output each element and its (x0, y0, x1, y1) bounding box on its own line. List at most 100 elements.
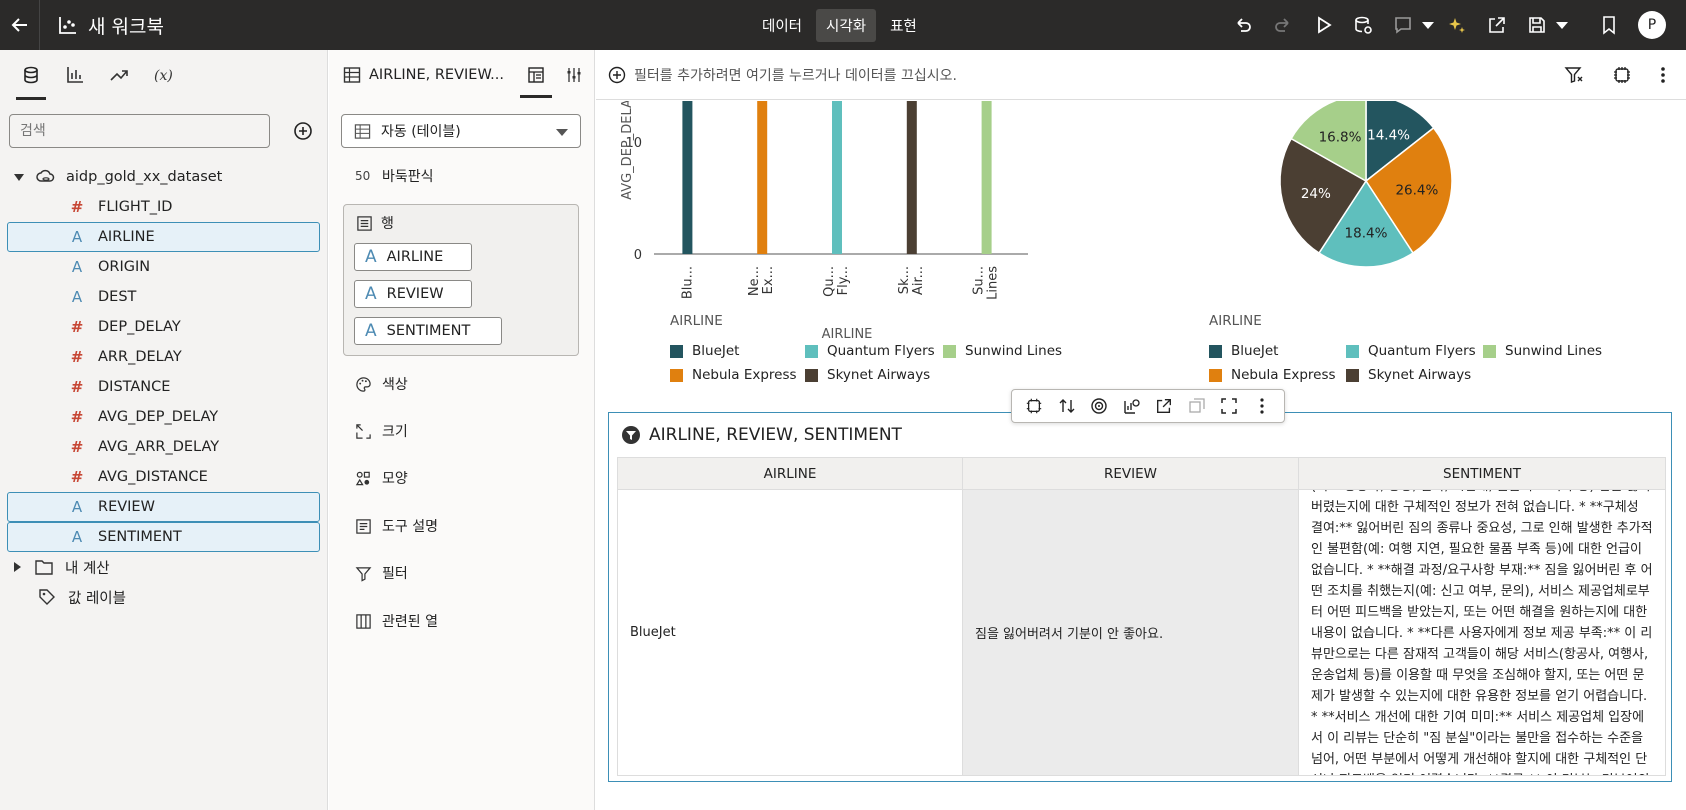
cell-airline[interactable]: BlueJet (617, 489, 963, 776)
rows-drop-target[interactable]: 행 A AIRLINE A REVIEW A SENTIMENT (343, 204, 579, 356)
share-icon (1489, 17, 1505, 33)
tooltip-drop-target[interactable]: 도구 설명 (355, 516, 438, 536)
bar-sunwind-lines[interactable] (981, 101, 992, 254)
legend-item[interactable]: Nebula Express (1209, 367, 1346, 383)
table-visualization[interactable]: AIRLINE, REVIEW, SENTIMENT AIRLINE REVIE… (608, 389, 1672, 782)
bar-quantum-flyers[interactable] (832, 101, 842, 255)
redo-button[interactable] (1266, 8, 1300, 42)
comments-menu-chevron-icon[interactable] (1422, 21, 1434, 29)
legend-item[interactable]: Skynet Airways (1346, 367, 1471, 383)
workbook-title[interactable]: 새 워크북 (58, 12, 164, 39)
properties-tab[interactable] (562, 58, 586, 92)
maximize-button[interactable] (1218, 395, 1240, 417)
field-flight-id[interactable]: # FLIGHT_ID (0, 192, 328, 222)
undo-button[interactable] (1226, 8, 1260, 42)
tab-analytics[interactable] (102, 58, 136, 92)
viz-export-button[interactable] (1153, 395, 1175, 417)
field-distance[interactable]: # DISTANCE (0, 372, 328, 402)
filter-settings-icon[interactable] (1564, 65, 1584, 85)
bar-skynet-airways[interactable] (906, 101, 917, 254)
field-dep-delay[interactable]: # DEP_DELAY (0, 312, 328, 342)
grammar-tab[interactable] (520, 58, 552, 98)
user-avatar[interactable]: P (1638, 11, 1666, 39)
duplicate-button[interactable] (1186, 395, 1208, 417)
filter-bar[interactable]: 필터를 추가하려면 여기를 누르거나 데이터를 끄십시오. (596, 50, 1686, 100)
value-labels-node[interactable]: 값 레이블 (0, 582, 328, 612)
cell-review[interactable]: 짐을 잃어버려서 기분이 안 좋아요. (962, 489, 1299, 776)
explain-button[interactable] (1121, 395, 1143, 417)
bar-bluejet[interactable] (682, 101, 693, 255)
tile-drop-target[interactable]: 50 바둑판식 (355, 166, 434, 186)
legend-item[interactable]: BlueJet (1209, 343, 1346, 359)
field-dest[interactable]: A DEST (0, 282, 328, 312)
sentiment-scroll-area[interactable]: (어느 공항사, 공항, 날짜, 시간대, 물품처-조직자 등) 짐을 잃어버렸… (1311, 490, 1653, 775)
filter-badge-icon (622, 426, 640, 444)
pie-chart[interactable]: 14.4% 26.4% 18.4% 24% 16.8% (1156, 101, 1556, 301)
field-avg-dep-delay[interactable]: # AVG_DEP_DELAY (0, 402, 328, 432)
expand-caret-icon[interactable] (14, 173, 24, 181)
sort-button[interactable] (1056, 395, 1078, 417)
viz-more-button[interactable] (1251, 395, 1273, 417)
viz-properties-button[interactable] (1023, 395, 1045, 417)
tab-visualize[interactable]: 시각화 (816, 9, 877, 42)
field-label: ORIGIN (98, 259, 151, 275)
target-button[interactable] (1088, 395, 1110, 417)
tab-data[interactable]: 데이터 (752, 9, 812, 42)
export-button[interactable] (1480, 8, 1514, 42)
canvas-properties-icon[interactable] (1612, 65, 1632, 85)
filter-drop-target[interactable]: 필터 (355, 563, 408, 583)
measure-icon: # (70, 348, 84, 366)
my-calculations-node[interactable]: 내 계산 (0, 552, 328, 582)
tab-present[interactable]: 표현 (880, 9, 927, 42)
add-data-icon[interactable] (292, 120, 314, 142)
field-avg-arr-delay[interactable]: # AVG_ARR_DELAY (0, 432, 328, 462)
field-arr-delay[interactable]: # ARR_DELAY (0, 342, 328, 372)
tab-visualizations[interactable] (58, 58, 92, 92)
legend-item[interactable]: Quantum Flyers (1346, 343, 1483, 359)
bar-nebula-express[interactable] (757, 101, 768, 255)
collapsed-caret-icon[interactable] (14, 562, 21, 572)
comments-button[interactable] (1386, 8, 1420, 42)
dataset-node[interactable]: aidp_gold_xx_dataset (0, 162, 328, 192)
search-input[interactable] (9, 114, 270, 148)
field-label: DEST (98, 289, 137, 305)
run-button[interactable] (1306, 8, 1340, 42)
field-review[interactable]: A REVIEW (7, 492, 320, 522)
field-origin[interactable]: A ORIGIN (0, 252, 328, 282)
row-chip-review[interactable]: A REVIEW (354, 280, 472, 308)
row-chip-airline[interactable]: A AIRLINE (354, 243, 472, 271)
related-columns-drop-target[interactable]: 관련된 열 (355, 611, 438, 631)
column-header-sentiment[interactable]: SENTIMENT (1298, 457, 1666, 490)
back-button[interactable] (0, 0, 40, 50)
legend-item[interactable]: BlueJet (670, 343, 805, 359)
save-menu-chevron-icon[interactable] (1556, 21, 1568, 29)
legend-item[interactable]: Nebula Express (670, 367, 805, 383)
ai-assistant-button[interactable] (1440, 8, 1474, 42)
more-menu-icon[interactable] (1660, 65, 1666, 85)
legend-item[interactable]: Sunwind Lines (943, 343, 1062, 359)
field-avg-distance[interactable]: # AVG_DISTANCE (0, 462, 328, 492)
grammar-header: AIRLINE, REVIEW... (329, 50, 594, 100)
add-filter-icon[interactable] (608, 66, 626, 84)
field-label: AVG_DISTANCE (98, 469, 208, 485)
column-header-review[interactable]: REVIEW (962, 457, 1299, 490)
column-header-airline[interactable]: AIRLINE (617, 457, 963, 490)
tab-parameters[interactable]: (x) (146, 58, 180, 92)
visualization-type-select[interactable]: 자동 (테이블) (341, 114, 581, 148)
save-button[interactable] (1520, 8, 1554, 42)
bar-chart[interactable]: 0102030AVG_DEP_DELAYBlu...Ne...Ex...Qu..… (596, 101, 1116, 349)
cell-sentiment[interactable]: (어느 공항사, 공항, 날짜, 시간대, 물품처-조직자 등) 짐을 잃어버렸… (1298, 489, 1666, 776)
color-drop-target[interactable]: 색상 (355, 374, 408, 394)
field-sentiment[interactable]: A SENTIMENT (7, 522, 320, 552)
legend-item[interactable]: Skynet Airways (805, 367, 930, 383)
size-drop-target[interactable]: 크기 (355, 421, 408, 441)
refresh-data-button[interactable] (1346, 8, 1380, 42)
shape-drop-target[interactable]: 모양 (355, 468, 408, 488)
legend-item[interactable]: Sunwind Lines (1483, 343, 1602, 359)
tab-data-elements[interactable] (14, 58, 48, 100)
row-chip-sentiment[interactable]: A SENTIMENT (354, 317, 502, 345)
bookmark-button[interactable] (1592, 8, 1626, 42)
legend-item[interactable]: Quantum Flyers (805, 343, 943, 359)
field-airline[interactable]: A AIRLINE (7, 222, 320, 252)
toolbar-right: P (1220, 0, 1686, 50)
